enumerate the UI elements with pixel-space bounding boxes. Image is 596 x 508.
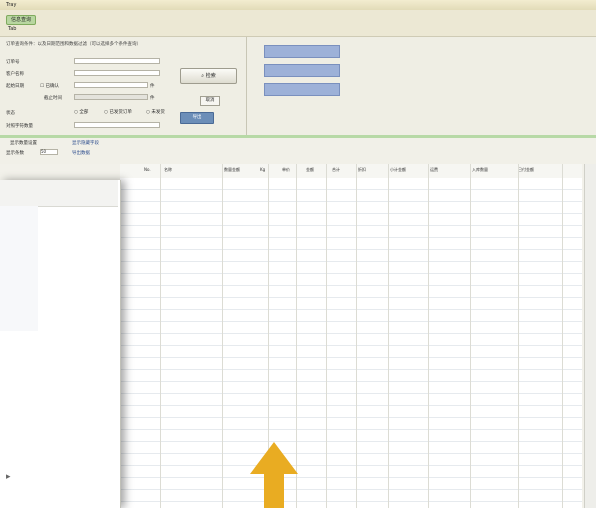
label-char-count: 对照字符数量 (6, 124, 33, 129)
option-unshipped[interactable]: ○ 未发货 (146, 109, 165, 115)
grid-header: No. 名称 数量金额 Kg 单价 金额 合计 折扣 小计金额 运费 入库数量 … (120, 164, 582, 179)
char-count-input[interactable] (74, 122, 160, 128)
option-all-label: 全部 (79, 110, 89, 115)
display-count-input[interactable]: 50 (40, 149, 58, 155)
label-start-date: 起始日期 (6, 84, 24, 89)
grid-col-line (356, 164, 357, 508)
side-panel-header (0, 180, 118, 207)
label-end-time: 截止时间 (44, 96, 62, 101)
col-header-kg[interactable]: Kg (260, 167, 265, 172)
confirm-checkbox[interactable]: ☐ 已确认 (40, 83, 59, 89)
overlay-side-panel[interactable] (0, 180, 121, 508)
up-arrow-icon (250, 442, 298, 508)
grid-col-line (562, 164, 563, 508)
export-data-link[interactable]: 导出数据 (72, 150, 90, 156)
label-status: 状态 (6, 111, 15, 116)
menu-tab-query[interactable]: 信息查询 (6, 15, 37, 25)
display-settings-bar: 显示数量设置 显示条数 50 显示隐藏字段 导出数据 (0, 138, 596, 164)
show-hidden-fields-link[interactable]: 显示隐藏字段 (72, 140, 99, 146)
blue-panel-1[interactable] (264, 45, 340, 58)
col-header-amount[interactable]: 数量金额 (224, 167, 240, 173)
option-unshipped-label: 未发货 (151, 110, 165, 115)
data-grid[interactable] (120, 178, 582, 508)
col-header-freight[interactable]: 运费 (430, 167, 438, 173)
vertical-scrollbar[interactable] (584, 164, 596, 508)
form-divider (246, 37, 247, 135)
side-panel-strip (0, 206, 38, 331)
grid-col-line (222, 164, 223, 508)
start-date-input[interactable] (74, 82, 148, 88)
label-order-no: 订单号 (6, 60, 20, 65)
customer-select[interactable] (74, 70, 160, 76)
unit-1: 件 (150, 84, 155, 89)
form-note: 订单查询条件：以及日期范围和数据过滤（可以选择多个条件查询） (6, 42, 141, 47)
col-header-discount[interactable]: 折扣 (358, 167, 366, 173)
label-customer: 客户名称 (6, 72, 24, 77)
search-icon: ⌕ (201, 73, 205, 79)
order-no-input[interactable] (74, 58, 160, 64)
col-header-total[interactable]: 金额 (306, 167, 314, 173)
display-settings-label: 显示数量设置 (10, 141, 37, 146)
search-button-label: 检索 (205, 73, 216, 79)
grid-col-line (518, 164, 519, 508)
blue-panel-3[interactable] (264, 83, 340, 96)
window-title: Tray (6, 2, 17, 8)
grid-col-line (470, 164, 471, 508)
up-arrow-shape (250, 442, 298, 508)
end-date-input[interactable] (74, 94, 148, 100)
search-button[interactable]: ⌕ 检索 (180, 68, 237, 84)
option-shipped-label: 已发货订单 (109, 110, 132, 115)
export-button[interactable]: 导出 (180, 112, 214, 124)
col-header-name[interactable]: 名称 (164, 167, 172, 173)
confirm-checkbox-label: 已确认 (45, 84, 59, 89)
unit-2: 件 (150, 96, 155, 101)
grid-col-line (388, 164, 389, 508)
col-header-price[interactable]: 单价 (282, 167, 290, 173)
col-header-sum[interactable]: 合计 (332, 167, 340, 173)
option-all[interactable]: ○ 全部 (74, 109, 88, 115)
col-header-paid[interactable]: 已付金额 (518, 167, 534, 173)
menu-sub-label[interactable]: Tab (8, 26, 16, 32)
title-bar: Tray (0, 0, 596, 10)
col-header-no[interactable]: No. (144, 167, 151, 172)
col-header-stock-qty[interactable]: 入库数量 (472, 167, 488, 173)
search-form-panel: 订单查询条件：以及日期范围和数据过滤（可以选择多个条件查询） 订单号 客户名称 … (0, 37, 596, 138)
display-count-label: 显示条数 (6, 151, 24, 156)
application-window: Tray 信息查询 Tab 订单查询条件：以及日期范围和数据过滤（可以选择多个条… (0, 0, 596, 508)
grid-col-line (160, 164, 161, 508)
grid-col-line (428, 164, 429, 508)
mouse-cursor-icon: ▸ (6, 472, 11, 482)
grid-col-line (326, 164, 327, 508)
option-shipped[interactable]: ○ 已发货订单 (104, 109, 132, 115)
col-header-subtotal[interactable]: 小计金额 (390, 167, 406, 173)
cancel-button[interactable]: 取消 (200, 96, 220, 106)
blue-panel-2[interactable] (264, 64, 340, 77)
menu-bar: 信息查询 Tab (0, 10, 596, 37)
